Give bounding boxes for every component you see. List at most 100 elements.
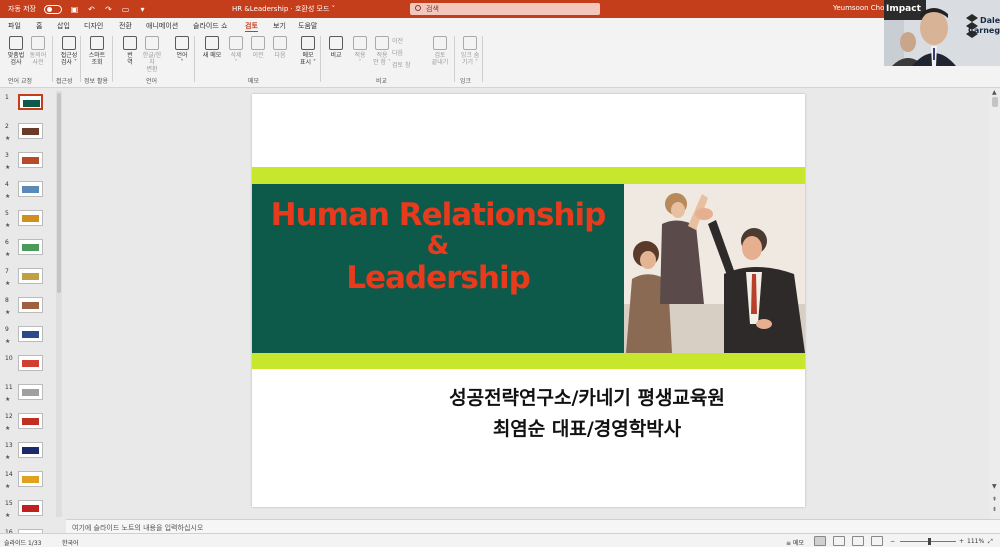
ribbon-button-4[interactable]: 번역	[118, 36, 142, 66]
ribbon-button-7[interactable]: 새 메모	[200, 36, 224, 59]
thumbnail-scrollbar[interactable]	[56, 91, 62, 517]
save-icon[interactable]: ▣	[70, 5, 79, 14]
tab-3[interactable]: 디자인	[84, 21, 103, 31]
undo-icon[interactable]: ↶	[87, 5, 96, 14]
slide-thumbnail[interactable]	[18, 268, 43, 284]
slide-thumbnail-row[interactable]: 11 ★	[0, 384, 56, 414]
slideshow-view-icon[interactable]	[871, 536, 883, 546]
slide-thumbnail[interactable]	[18, 181, 43, 197]
slide-thumbnail[interactable]	[18, 152, 43, 168]
ribbon-small-button-1[interactable]: 다음	[392, 48, 403, 57]
ribbon-button-6[interactable]: 언어 ˅	[170, 36, 194, 66]
normal-view-icon[interactable]	[814, 536, 826, 546]
ribbon-separator	[194, 36, 195, 82]
document-title[interactable]: HR &Leadership · 호환성 모드 ˅	[232, 4, 335, 14]
slide-thumbnail-row[interactable]: 8 ★	[0, 297, 56, 327]
tab-4[interactable]: 전환	[119, 21, 132, 31]
fit-slide-icon[interactable]: ⤢	[988, 538, 993, 546]
zoom-slider[interactable]	[900, 538, 956, 545]
ribbon-button-13[interactable]: 적용 ˅	[348, 36, 372, 66]
slide-thumbnail[interactable]	[18, 297, 43, 313]
tab-1[interactable]: 홈	[36, 21, 42, 31]
ribbon-button-0[interactable]: 맞춤법 검사	[4, 36, 28, 66]
slide-thumbnail[interactable]	[18, 326, 43, 342]
slide-thumbnail[interactable]	[18, 355, 43, 371]
slide-thumbnail-row[interactable]: 1	[0, 94, 56, 124]
ribbon-small-button-2[interactable]: 검토 창	[392, 60, 410, 69]
customize-toolbar-icon[interactable]: ▾	[138, 5, 147, 14]
ribbon-small-button-0[interactable]: 이전	[392, 36, 403, 45]
ribbon-button-8[interactable]: 삭제 ˅	[224, 36, 248, 66]
tab-9[interactable]: 도움말	[298, 21, 317, 31]
slide-canvas[interactable]: Human Relationship & Leadership 성공전략연구소/…	[252, 94, 805, 507]
slide-thumbnail[interactable]	[18, 500, 43, 516]
slide-number: 12	[5, 413, 13, 420]
slide-thumbnail[interactable]	[18, 471, 43, 487]
tab-5[interactable]: 애니메이션	[146, 21, 178, 31]
slide-thumbnail-row[interactable]: 6 ★	[0, 239, 56, 269]
hide-ink-icon	[463, 36, 477, 50]
tab-7[interactable]: 검토	[245, 21, 258, 32]
next-slide-icon[interactable]: ⇟	[992, 507, 998, 513]
slide-thumbnail-row[interactable]: 5 ★	[0, 210, 56, 240]
slide-thumbnail[interactable]	[18, 210, 43, 226]
ribbon-button-15[interactable]: 검토 끝내기	[428, 36, 452, 66]
redo-icon[interactable]: ↷	[104, 5, 113, 14]
tab-8[interactable]: 보기	[273, 21, 286, 31]
hanja-icon	[145, 36, 159, 50]
user-name[interactable]: Yeumsoon Choi	[833, 4, 886, 12]
slide-thumbnail-row[interactable]: 13 ★	[0, 442, 56, 472]
slide-thumbnail[interactable]	[18, 239, 43, 255]
slide-vertical-scrollbar[interactable]: ▲ ▼ ⇞ ⇟	[990, 89, 1000, 519]
slide-thumbnail[interactable]	[18, 413, 43, 429]
slide-thumbnail[interactable]	[18, 94, 43, 110]
ribbon-button-3[interactable]: 스마트 조회	[85, 36, 109, 66]
notes-toggle[interactable]: ≡ 메모	[786, 538, 804, 547]
slide-thumbnail-row[interactable]: 10	[0, 355, 56, 385]
slide-thumbnail-row[interactable]: 9 ★	[0, 326, 56, 356]
ribbon-button-9[interactable]: 이전	[246, 36, 270, 59]
tab-2[interactable]: 삽입	[57, 21, 70, 31]
slide-sorter-icon[interactable]	[833, 536, 845, 546]
ribbon-button-5[interactable]: 한글/한자 변환	[140, 36, 164, 73]
autosave-toggle[interactable]	[44, 4, 62, 14]
slide-thumbnail-row[interactable]: 4 ★	[0, 181, 56, 211]
language-indicator[interactable]: 한국어	[62, 538, 79, 547]
transition-star-icon: ★	[5, 425, 11, 432]
tab-6[interactable]: 슬라이드 쇼	[193, 21, 227, 31]
tab-0[interactable]: 파일	[8, 21, 21, 31]
ribbon-button-1[interactable]: 동의어 사전	[26, 36, 50, 66]
ribbon-button-12[interactable]: 비교	[324, 36, 348, 59]
slide-thumbnail-row[interactable]: 3 ★	[0, 152, 56, 182]
slide-thumbnail-row[interactable]: 15 ★	[0, 500, 56, 530]
scroll-up-icon[interactable]: ▲	[992, 90, 998, 96]
reading-view-icon[interactable]	[852, 536, 864, 546]
slide-thumbnail[interactable]	[18, 442, 43, 458]
show-comments-icon	[301, 36, 315, 50]
present-icon[interactable]: ▭	[121, 5, 130, 14]
ribbon-button-14[interactable]: 적용 안 함 ˅	[370, 36, 394, 66]
logo-line2: Carnegie	[968, 26, 1000, 35]
zoom-knob[interactable]	[928, 538, 931, 545]
ribbon-button-2[interactable]: 접근성 검사 ˅	[57, 36, 81, 66]
ribbon-button-10[interactable]: 다음	[268, 36, 292, 59]
slide-number: 2	[5, 123, 9, 130]
previous-slide-icon[interactable]: ⇞	[992, 497, 998, 503]
ribbon-button-16[interactable]: 잉크 숨 기기 ˅	[458, 36, 482, 66]
ribbon-button-11[interactable]: 메모 표시 ˅	[296, 36, 320, 66]
zoom-out-icon[interactable]: −	[890, 538, 895, 545]
search-input[interactable]: 검색	[410, 3, 600, 15]
slide-thumbnail-row[interactable]: 7 ★	[0, 268, 56, 298]
scroll-thumb[interactable]	[992, 97, 998, 107]
accessibility-icon	[62, 36, 76, 50]
notes-pane[interactable]: 여기에 슬라이드 노트의 내용을 입력하십시오	[66, 519, 1000, 533]
slide-thumbnail-row[interactable]: 14 ★	[0, 471, 56, 501]
slide-thumbnail-row[interactable]: 12 ★	[0, 413, 56, 443]
zoom-in-icon[interactable]: +	[959, 538, 964, 545]
slide-thumbnail[interactable]	[18, 384, 43, 400]
slide-thumbnail[interactable]	[18, 123, 43, 139]
team-photo[interactable]	[624, 184, 805, 353]
zoom-level[interactable]: 111%	[967, 538, 984, 545]
slide-thumbnail-row[interactable]: 2 ★	[0, 123, 56, 153]
scroll-down-icon[interactable]: ▼	[992, 484, 998, 490]
